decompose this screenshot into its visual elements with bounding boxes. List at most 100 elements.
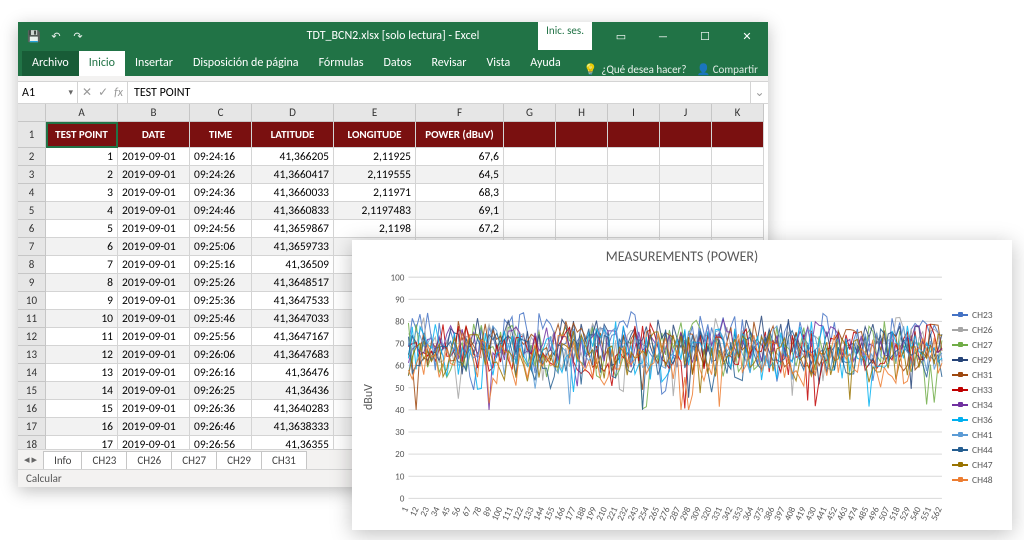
- cell[interactable]: 41,3648517: [252, 274, 334, 292]
- sheet-tab-ch23[interactable]: CH23: [81, 451, 127, 469]
- cell[interactable]: 12: [46, 346, 118, 364]
- column-header[interactable]: A: [46, 104, 118, 122]
- cell[interactable]: [608, 184, 660, 202]
- cell[interactable]: [556, 166, 608, 184]
- save-icon[interactable]: 💾: [26, 28, 42, 44]
- cell[interactable]: 41,3647533: [252, 292, 334, 310]
- cell[interactable]: 2019-09-01: [118, 202, 190, 220]
- row-header[interactable]: 3: [18, 166, 46, 184]
- cell[interactable]: [660, 148, 712, 166]
- cell[interactable]: 2019-09-01: [118, 436, 190, 449]
- header-cell[interactable]: TEST POINT: [46, 122, 118, 148]
- cell[interactable]: 67,2: [416, 220, 504, 238]
- cell[interactable]: 2019-09-01: [118, 418, 190, 436]
- column-header[interactable]: J: [660, 104, 712, 122]
- cell[interactable]: [608, 166, 660, 184]
- cell[interactable]: [712, 184, 764, 202]
- chevron-down-icon[interactable]: ▾: [68, 87, 73, 98]
- tab-disposición-de-página[interactable]: Disposición de página: [183, 51, 309, 76]
- cell[interactable]: 41,3640283: [252, 400, 334, 418]
- cell[interactable]: 17: [46, 436, 118, 449]
- cell[interactable]: 68,3: [416, 184, 504, 202]
- tab-fórmulas[interactable]: Fórmulas: [309, 51, 374, 76]
- row-header[interactable]: 17: [18, 418, 46, 436]
- row-header[interactable]: 12: [18, 328, 46, 346]
- close-button[interactable]: ✕: [726, 22, 768, 50]
- row-header[interactable]: 9: [18, 274, 46, 292]
- cell[interactable]: [504, 148, 556, 166]
- cell[interactable]: 2019-09-01: [118, 238, 190, 256]
- cell[interactable]: 41,3638333: [252, 418, 334, 436]
- tab-datos[interactable]: Datos: [374, 51, 422, 76]
- cell[interactable]: 2019-09-01: [118, 328, 190, 346]
- cell[interactable]: 09:25:06: [190, 238, 252, 256]
- sheet-tab-ch27[interactable]: CH27: [171, 451, 217, 469]
- cell[interactable]: 41,3647033: [252, 310, 334, 328]
- redo-icon[interactable]: ↷: [70, 28, 86, 44]
- cell[interactable]: [556, 202, 608, 220]
- confirm-icon[interactable]: ✓: [98, 85, 108, 100]
- cell[interactable]: 2019-09-01: [118, 166, 190, 184]
- cancel-icon[interactable]: ✕: [82, 85, 92, 100]
- row-header[interactable]: 13: [18, 346, 46, 364]
- fx-icon[interactable]: fx: [114, 86, 123, 100]
- cell[interactable]: [712, 148, 764, 166]
- cell[interactable]: [660, 184, 712, 202]
- header-cell[interactable]: [608, 122, 660, 148]
- column-header[interactable]: C: [190, 104, 252, 122]
- column-header[interactable]: F: [416, 104, 504, 122]
- cell[interactable]: 64,5: [416, 166, 504, 184]
- ribbon-options-icon[interactable]: ▭: [600, 22, 642, 50]
- cell[interactable]: 2019-09-01: [118, 400, 190, 418]
- cell[interactable]: [660, 166, 712, 184]
- expand-formula-icon[interactable]: ⌄: [750, 82, 768, 103]
- cell[interactable]: 4: [46, 202, 118, 220]
- cell[interactable]: 6: [46, 238, 118, 256]
- cell[interactable]: 41,3660833: [252, 202, 334, 220]
- row-header[interactable]: 8: [18, 256, 46, 274]
- cell[interactable]: 41,3659867: [252, 220, 334, 238]
- cell[interactable]: 2019-09-01: [118, 346, 190, 364]
- cell[interactable]: 15: [46, 400, 118, 418]
- row-header[interactable]: 1: [18, 122, 46, 148]
- formula-input[interactable]: TEST POINT: [128, 82, 750, 103]
- cell[interactable]: 9: [46, 292, 118, 310]
- cell[interactable]: [712, 220, 764, 238]
- cell[interactable]: 41,3660417: [252, 166, 334, 184]
- cell[interactable]: 09:26:46: [190, 418, 252, 436]
- header-cell[interactable]: [712, 122, 764, 148]
- cell[interactable]: 67,6: [416, 148, 504, 166]
- cell[interactable]: 7: [46, 256, 118, 274]
- row-header[interactable]: 2: [18, 148, 46, 166]
- cell[interactable]: 2019-09-01: [118, 310, 190, 328]
- header-cell[interactable]: LONGITUDE: [334, 122, 416, 148]
- cell[interactable]: [556, 220, 608, 238]
- cell[interactable]: [556, 148, 608, 166]
- cell[interactable]: 09:24:46: [190, 202, 252, 220]
- cell[interactable]: 1: [46, 148, 118, 166]
- cell[interactable]: 2019-09-01: [118, 184, 190, 202]
- cell[interactable]: 41,3659733: [252, 238, 334, 256]
- select-all-corner[interactable]: [18, 104, 46, 122]
- cell[interactable]: 16: [46, 418, 118, 436]
- column-header[interactable]: K: [712, 104, 764, 122]
- cell[interactable]: 09:25:46: [190, 310, 252, 328]
- name-box[interactable]: A1 ▾: [18, 82, 78, 103]
- signin-button[interactable]: Inic. ses.: [538, 22, 592, 50]
- tab-archivo[interactable]: Archivo: [22, 51, 79, 76]
- cell[interactable]: 2,11971: [334, 184, 416, 202]
- column-header[interactable]: D: [252, 104, 334, 122]
- cell[interactable]: 41,36509: [252, 256, 334, 274]
- cell[interactable]: 09:26:56: [190, 436, 252, 449]
- cell[interactable]: 09:24:36: [190, 184, 252, 202]
- tab-insertar[interactable]: Insertar: [125, 51, 183, 76]
- cell[interactable]: 2019-09-01: [118, 220, 190, 238]
- row-header[interactable]: 7: [18, 238, 46, 256]
- sheet-tab-info[interactable]: Info: [43, 451, 82, 469]
- cell[interactable]: 09:24:26: [190, 166, 252, 184]
- header-cell[interactable]: [504, 122, 556, 148]
- cell[interactable]: 11: [46, 328, 118, 346]
- tab-vista[interactable]: Vista: [476, 51, 520, 76]
- cell[interactable]: 2019-09-01: [118, 364, 190, 382]
- cell[interactable]: 41,366205: [252, 148, 334, 166]
